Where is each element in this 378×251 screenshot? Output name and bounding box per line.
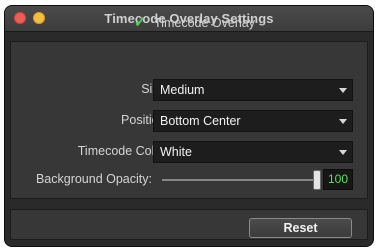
opacity-slider-thumb[interactable] — [313, 170, 321, 190]
timecode-overlay-label: Timecode Overlay — [154, 16, 255, 30]
position-value: Bottom Center — [160, 114, 241, 128]
opacity-value-field[interactable]: 100 — [323, 169, 353, 190]
chevron-down-icon — [339, 150, 347, 155]
chevron-down-icon — [339, 88, 347, 93]
size-select[interactable]: Medium — [153, 79, 353, 101]
timecode-color-value: White — [160, 145, 192, 159]
background-opacity-label: Background Opacity: — [35, 172, 152, 186]
reset-button[interactable]: Reset — [249, 218, 352, 238]
opacity-slider-track[interactable] — [162, 179, 320, 181]
timecode-color-select[interactable]: White — [153, 141, 353, 163]
chevron-down-icon — [339, 119, 347, 124]
position-select[interactable]: Bottom Center — [153, 110, 353, 132]
size-value: Medium — [160, 83, 205, 97]
checkmark-icon[interactable]: ✓ — [132, 15, 148, 31]
